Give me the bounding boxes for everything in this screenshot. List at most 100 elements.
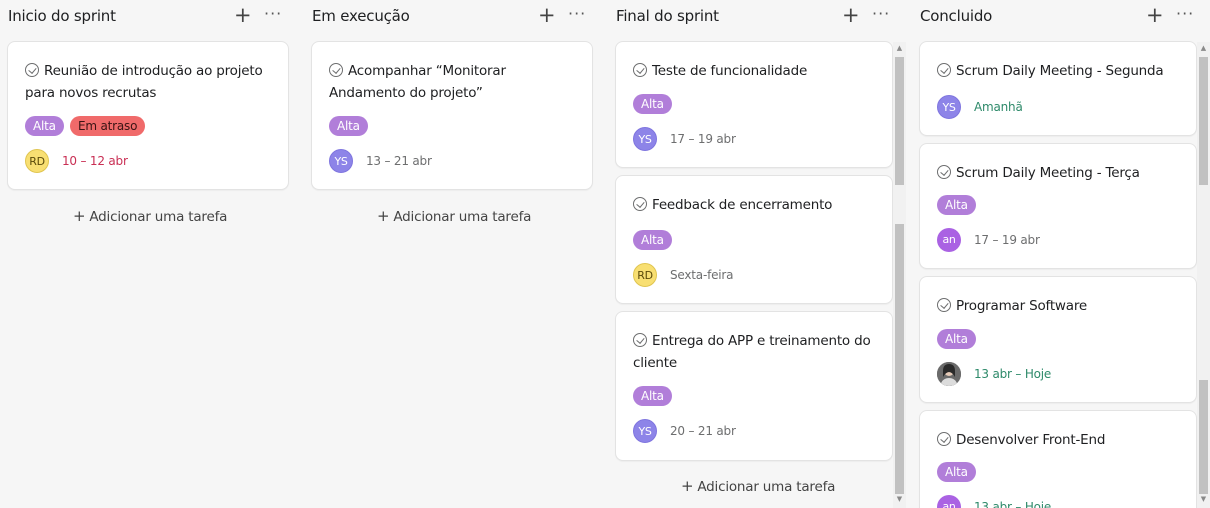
assignee-avatar[interactable]: RD bbox=[633, 263, 657, 287]
assignee-avatar[interactable]: YS bbox=[633, 419, 657, 443]
assignee-avatar[interactable]: an bbox=[937, 495, 961, 508]
scroll-up-arrow-icon[interactable]: ▲ bbox=[1197, 42, 1210, 55]
priority-tag: Alta bbox=[937, 195, 976, 215]
task-title-text: Programar Software bbox=[956, 298, 1087, 314]
more-options-icon[interactable]: ··· bbox=[264, 4, 282, 23]
check-circle-icon[interactable] bbox=[633, 333, 647, 347]
scroll-down-arrow-icon[interactable]: ▼ bbox=[893, 493, 906, 506]
column-em-execucao: Em execução + ··· Acompanhar “Monitorar … bbox=[304, 0, 604, 508]
check-circle-icon[interactable] bbox=[937, 165, 951, 179]
task-card[interactable]: Feedback de encerramento Alta RD Sexta-f… bbox=[615, 175, 893, 304]
due-date: 13 abr – Hoje bbox=[974, 500, 1052, 508]
assignee-avatar[interactable]: YS bbox=[633, 127, 657, 151]
add-task-button[interactable]: + Adicionar uma tarefa bbox=[377, 207, 531, 225]
priority-tag: Alta bbox=[937, 329, 976, 349]
task-title-text: Reunião de introdução ao projeto para no… bbox=[25, 63, 263, 101]
add-task-plus-icon[interactable]: + bbox=[1146, 3, 1164, 27]
add-task-label: Adicionar uma tarefa bbox=[393, 209, 532, 225]
task-title-text: Feedback de encerramento bbox=[652, 197, 833, 213]
task-title: Programar Software bbox=[937, 295, 1184, 317]
column-title: Final do sprint bbox=[616, 7, 719, 25]
person-photo-icon bbox=[937, 362, 961, 386]
due-date: Amanhã bbox=[974, 100, 1023, 114]
priority-tag: Alta bbox=[633, 386, 672, 406]
add-task-button[interactable]: + Adicionar uma tarefa bbox=[73, 207, 227, 225]
column-header: Em execução + ··· bbox=[304, 0, 604, 34]
plus-icon: + bbox=[377, 207, 390, 225]
check-circle-icon[interactable] bbox=[329, 63, 343, 77]
priority-tag: Alta bbox=[937, 462, 976, 482]
check-circle-icon[interactable] bbox=[937, 63, 951, 77]
task-title: Scrum Daily Meeting - Segunda bbox=[937, 60, 1184, 82]
check-circle-icon[interactable] bbox=[633, 63, 647, 77]
task-card[interactable]: Entrega do APP e treinamento do cliente … bbox=[615, 311, 893, 461]
task-card[interactable]: Teste de funcionalidade Alta YS 17 – 19 … bbox=[615, 41, 893, 168]
scroll-up-arrow-icon[interactable]: ▲ bbox=[893, 42, 906, 55]
task-title: Entrega do APP e treinamento do cliente bbox=[633, 330, 880, 374]
column-title: Inicio do sprint bbox=[8, 7, 116, 25]
add-task-plus-icon[interactable]: + bbox=[234, 3, 252, 27]
assignee-avatar[interactable]: an bbox=[937, 228, 961, 252]
task-title: Reunião de introdução ao projeto para no… bbox=[25, 60, 276, 104]
scrollbar-thumb[interactable] bbox=[895, 57, 904, 185]
scrollbar-thumb[interactable] bbox=[1199, 57, 1208, 185]
more-options-icon[interactable]: ··· bbox=[568, 4, 586, 23]
task-title-text: Acompanhar “Monitorar Andamento do proje… bbox=[329, 63, 506, 101]
priority-tag: Alta bbox=[329, 116, 368, 136]
task-title: Feedback de encerramento bbox=[633, 194, 880, 216]
priority-tag: Alta bbox=[633, 94, 672, 114]
assignee-photo-avatar[interactable] bbox=[937, 362, 961, 386]
column-title: Concluido bbox=[920, 7, 993, 25]
column-title: Em execução bbox=[312, 7, 410, 25]
add-task-label: Adicionar uma tarefa bbox=[697, 479, 836, 495]
priority-tag: Alta bbox=[25, 116, 64, 136]
task-title: Scrum Daily Meeting - Terça bbox=[937, 162, 1184, 184]
task-card[interactable]: Scrum Daily Meeting - Terça Alta an 17 –… bbox=[919, 143, 1197, 269]
scrollbar-thumb-lower[interactable] bbox=[1199, 380, 1208, 494]
due-date: 13 abr – Hoje bbox=[974, 367, 1052, 381]
task-title-text: Entrega do APP e treinamento do cliente bbox=[633, 333, 871, 371]
add-task-plus-icon[interactable]: + bbox=[538, 3, 556, 27]
due-date: Sexta-feira bbox=[670, 268, 734, 282]
check-circle-icon[interactable] bbox=[937, 432, 951, 446]
task-card[interactable]: Scrum Daily Meeting - Segunda YS Amanhã bbox=[919, 41, 1197, 136]
column-scrollbar[interactable]: ▲ ▼ bbox=[1197, 42, 1210, 508]
task-card[interactable]: Desenvolver Front-End Alta an 13 abr – H… bbox=[919, 410, 1197, 508]
column-final-do-sprint: Final do sprint + ··· Teste de funcional… bbox=[608, 0, 908, 508]
scrollbar-thumb-lower[interactable] bbox=[895, 224, 904, 494]
task-card[interactable]: Acompanhar “Monitorar Andamento do proje… bbox=[311, 41, 593, 190]
column-header: Inicio do sprint + ··· bbox=[0, 0, 300, 34]
due-date: 17 – 19 abr bbox=[974, 233, 1040, 247]
assignee-avatar[interactable]: YS bbox=[329, 149, 353, 173]
column-inicio-do-sprint: Inicio do sprint + ··· Reunião de introd… bbox=[0, 0, 300, 508]
task-title-text: Desenvolver Front-End bbox=[956, 432, 1106, 448]
check-circle-icon[interactable] bbox=[937, 298, 951, 312]
priority-tag: Alta bbox=[633, 230, 672, 250]
due-date: 13 – 21 abr bbox=[366, 154, 432, 168]
status-tag: Em atraso bbox=[70, 116, 146, 136]
column-concluido: Concluido + ··· Scrum Daily Meeting - Se… bbox=[912, 0, 1210, 508]
due-date: 20 – 21 abr bbox=[670, 424, 736, 438]
due-date: 17 – 19 abr bbox=[670, 132, 736, 146]
task-title: Teste de funcionalidade bbox=[633, 60, 880, 82]
more-options-icon[interactable]: ··· bbox=[1176, 4, 1194, 23]
assignee-avatar[interactable]: YS bbox=[937, 95, 961, 119]
column-header: Final do sprint + ··· bbox=[608, 0, 908, 34]
add-task-plus-icon[interactable]: + bbox=[842, 3, 860, 27]
task-card[interactable]: Programar Software Alta 13 abr – Hoje bbox=[919, 276, 1197, 403]
task-title: Acompanhar “Monitorar Andamento do proje… bbox=[329, 60, 580, 104]
more-options-icon[interactable]: ··· bbox=[872, 4, 890, 23]
task-card[interactable]: Reunião de introdução ao projeto para no… bbox=[7, 41, 289, 190]
check-circle-icon[interactable] bbox=[633, 197, 647, 211]
plus-icon: + bbox=[73, 207, 86, 225]
task-title-text: Scrum Daily Meeting - Segunda bbox=[956, 63, 1164, 79]
add-task-button[interactable]: + Adicionar uma tarefa bbox=[681, 477, 835, 495]
due-date: 10 – 12 abr bbox=[62, 154, 128, 168]
plus-icon: + bbox=[681, 477, 694, 495]
scroll-down-arrow-icon[interactable]: ▼ bbox=[1197, 493, 1210, 506]
task-title-text: Scrum Daily Meeting - Terça bbox=[956, 165, 1140, 181]
assignee-avatar[interactable]: RD bbox=[25, 149, 49, 173]
task-title: Desenvolver Front-End bbox=[937, 429, 1184, 451]
check-circle-icon[interactable] bbox=[25, 63, 39, 77]
column-scrollbar[interactable]: ▲ ▼ bbox=[893, 42, 906, 508]
